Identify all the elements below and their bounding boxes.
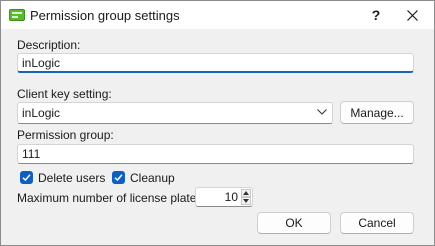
license-plates-label: Maximum number of license plates: xyxy=(17,191,206,205)
app-icon xyxy=(9,9,25,21)
cleanup-checkbox[interactable] xyxy=(112,171,125,184)
close-button[interactable] xyxy=(389,1,435,29)
license-plates-value: 10 xyxy=(224,190,238,204)
description-field[interactable]: inLogic xyxy=(17,53,414,73)
delete-users-label[interactable]: Delete users xyxy=(38,171,105,185)
cleanup-label[interactable]: Cleanup xyxy=(130,171,175,185)
description-value: inLogic xyxy=(22,56,61,70)
client-key-value: inLogic xyxy=(22,106,61,120)
permission-group-field[interactable]: 111 xyxy=(17,144,414,164)
client-key-label: Client key setting: xyxy=(17,87,112,101)
permission-group-value: 111 xyxy=(22,147,41,161)
dialog-window: Permission group settings ? Description:… xyxy=(0,0,435,246)
title-bar[interactable]: Permission group settings ? xyxy=(1,1,434,29)
checkmark-icon xyxy=(22,174,31,182)
window-title: Permission group settings xyxy=(30,8,180,23)
spin-down-button[interactable] xyxy=(241,197,251,205)
chevron-down-icon xyxy=(317,109,327,115)
spin-up-button[interactable] xyxy=(241,189,251,197)
description-label: Description: xyxy=(17,38,81,52)
spin-up-icon xyxy=(243,191,249,195)
close-icon xyxy=(406,9,418,21)
delete-users-checkbox[interactable] xyxy=(20,171,33,184)
license-plates-stepper[interactable]: 10 xyxy=(195,187,253,207)
client-key-select[interactable]: inLogic xyxy=(17,102,333,124)
ok-button[interactable]: OK xyxy=(257,212,331,234)
cancel-button[interactable]: Cancel xyxy=(340,212,414,234)
spin-down-icon xyxy=(243,199,249,203)
manage-button[interactable]: Manage... xyxy=(340,101,414,124)
permission-group-label: Permission group: xyxy=(17,128,114,142)
stepper-arrows xyxy=(241,189,251,205)
checkmark-icon xyxy=(114,174,123,182)
